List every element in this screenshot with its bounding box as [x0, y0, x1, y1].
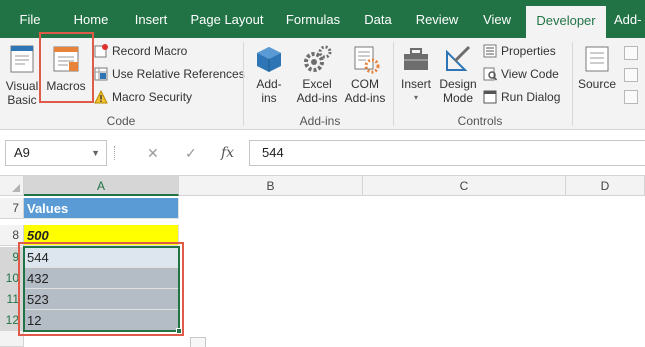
visual-basic-button[interactable]: Visual Basic	[4, 42, 40, 107]
view-code-button[interactable]: View Code	[483, 64, 559, 84]
run-dialog-label: Run Dialog	[501, 90, 561, 104]
source-icon	[585, 46, 609, 72]
addins-label-1: Add-	[256, 77, 282, 91]
com-addins-icon	[354, 46, 380, 74]
record-macro-icon	[94, 44, 108, 58]
use-relative-references-button[interactable]: Use Relative References	[94, 64, 245, 84]
code-group-label: Code	[106, 114, 136, 128]
run-dialog-icon	[483, 90, 497, 104]
quick-analysis-icon[interactable]	[190, 337, 206, 347]
tab-data[interactable]: Data	[358, 0, 398, 38]
relative-references-icon	[94, 67, 108, 81]
select-all-button[interactable]	[0, 176, 24, 196]
properties-label: Properties	[501, 44, 556, 58]
selection-callout-box	[18, 242, 184, 336]
tab-insert[interactable]: Insert	[128, 0, 174, 38]
tab-formulas[interactable]: Formulas	[280, 0, 346, 38]
com-addins-button[interactable]: COM Add-ins	[341, 44, 389, 105]
addins-label-2: ins	[261, 91, 277, 105]
enter-icon[interactable]: ✓	[185, 140, 197, 166]
ribbon-tab-bar: File Home Insert Page Layout Formulas Da…	[0, 0, 645, 38]
cancel-icon[interactable]: ✕	[147, 140, 159, 166]
addins-cube-icon	[257, 47, 281, 72]
tab-view[interactable]: View	[476, 0, 518, 38]
tab-developer[interactable]: Developer	[526, 6, 606, 38]
worksheet-grid[interactable]: A B C D 7 Values 8 500 9 544 10 432 11 5…	[0, 176, 645, 347]
group-separator	[393, 42, 394, 126]
tab-add-ins[interactable]: Add-	[614, 0, 645, 38]
use-relative-references-label: Use Relative References	[112, 67, 245, 81]
tab-page-layout[interactable]: Page Layout	[186, 0, 268, 38]
name-box[interactable]: A9 ▼	[5, 140, 107, 166]
visual-basic-icon	[10, 45, 34, 73]
design-mode-label-1: Design	[439, 77, 477, 91]
xml-small-icon[interactable]	[624, 68, 638, 82]
excel-addins-button[interactable]: Excel Add-ins	[293, 44, 341, 105]
com-addins-label-1: COM	[351, 77, 379, 91]
visual-basic-label-1: Visual	[5, 79, 39, 93]
insert-control-label: Insert	[400, 77, 431, 91]
addins-button[interactable]: Add- ins	[251, 44, 287, 105]
xml-small-icon[interactable]	[624, 90, 638, 104]
formula-value: 544	[262, 145, 284, 160]
formula-buttons: ✕ ✓ fx	[115, 140, 245, 166]
column-header-d[interactable]: D	[566, 176, 645, 196]
macro-security-label: Macro Security	[112, 90, 193, 104]
tab-review[interactable]: Review	[410, 0, 464, 38]
chevron-down-icon[interactable]: ▼	[91, 141, 100, 165]
macros-callout-box	[39, 32, 94, 103]
macro-security-button[interactable]: Macro Security	[94, 87, 192, 107]
column-header-b[interactable]: B	[179, 176, 363, 196]
view-code-icon	[483, 67, 497, 81]
run-dialog-button[interactable]: Run Dialog	[483, 87, 560, 107]
chevron-down-icon: ▾	[413, 93, 418, 102]
record-macro-button[interactable]: Record Macro	[94, 41, 187, 61]
xml-small-icon[interactable]	[624, 46, 638, 60]
excel-addins-label-2: Add-ins	[296, 91, 338, 105]
row-header[interactable]: 7	[0, 198, 24, 219]
controls-group-label: Controls	[457, 114, 503, 128]
excel-addins-label-1: Excel	[302, 77, 332, 91]
addins-group-label: Add-ins	[299, 114, 341, 128]
record-macro-label: Record Macro	[112, 44, 188, 58]
insert-function-icon[interactable]: fx	[221, 140, 234, 166]
insert-control-button[interactable]: Insert ▾	[397, 44, 435, 105]
developer-ribbon: Visual Basic Macros Record Macro Use Rel…	[0, 32, 645, 130]
group-separator	[572, 42, 573, 126]
name-box-value: A9	[14, 145, 30, 160]
view-code-label: View Code	[501, 67, 559, 81]
column-header-c[interactable]: C	[363, 176, 566, 196]
excel-addins-gear-icon	[304, 45, 332, 72]
formula-input[interactable]: 544	[249, 140, 645, 166]
cell-a7[interactable]: Values	[24, 198, 179, 219]
source-label: Source	[577, 77, 617, 91]
macro-security-warning-icon	[94, 90, 108, 104]
insert-toolbox-icon	[404, 48, 428, 70]
visual-basic-label-2: Basic	[7, 93, 37, 107]
design-mode-label-2: Mode	[442, 91, 474, 105]
design-mode-button[interactable]: Design Mode	[437, 44, 479, 105]
source-button[interactable]: Source	[576, 44, 618, 91]
com-addins-label-2: Add-ins	[344, 91, 386, 105]
group-separator	[243, 42, 244, 126]
properties-button[interactable]: Properties	[483, 41, 556, 61]
design-mode-icon	[446, 45, 471, 71]
formula-bar: A9 ▼ ✕ ✓ fx 544	[0, 130, 645, 176]
column-header-a[interactable]: A	[24, 176, 179, 196]
properties-icon	[483, 44, 497, 58]
